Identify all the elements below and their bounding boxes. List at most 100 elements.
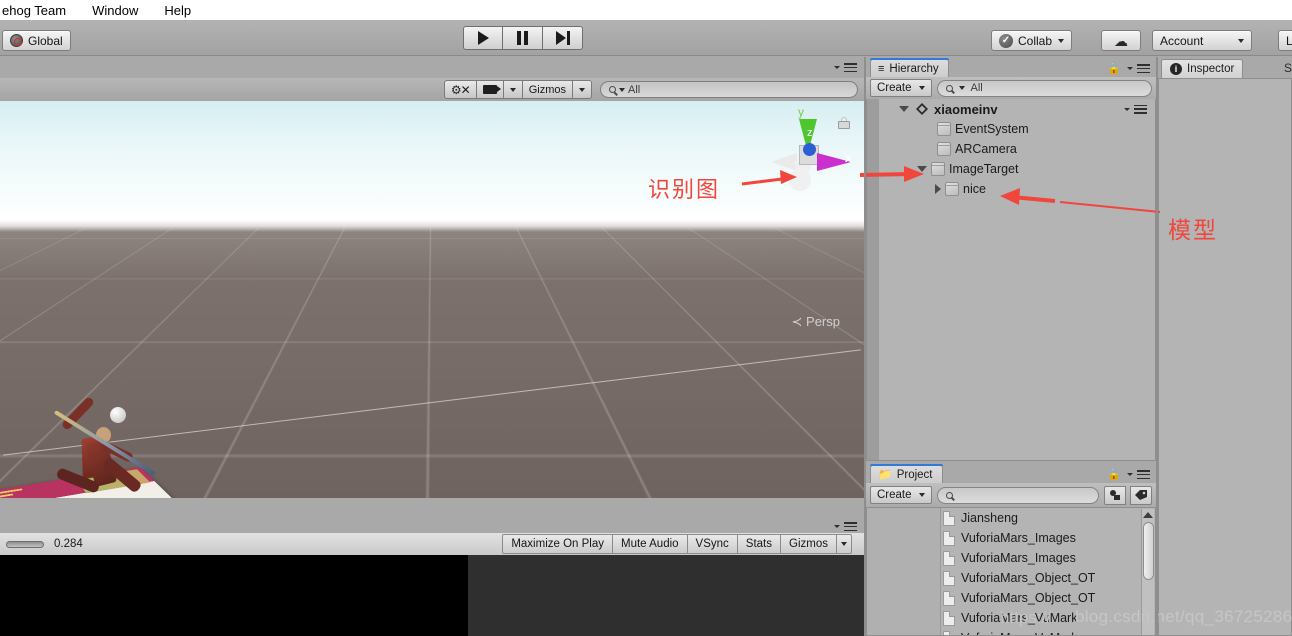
hierarchy-search-placeholder: All: [970, 82, 983, 94]
scene-gizmos-dropdown[interactable]: [572, 80, 592, 99]
scene-camera-button[interactable]: [475, 80, 504, 99]
scene-tabstrip: [0, 57, 864, 78]
main-toolbar: [0, 20, 1292, 56]
scroll-up-arrow-icon[interactable]: [1143, 512, 1153, 518]
hierarchy-row-eventsystem[interactable]: EventSystem: [867, 119, 1155, 139]
project-menu-button[interactable]: [1127, 470, 1150, 479]
disclosure-triangle-open-icon[interactable]: [899, 106, 909, 112]
scene-row-menu-button[interactable]: [1124, 104, 1147, 114]
collab-button[interactable]: Collab: [991, 30, 1073, 51]
axis-z-label: z: [807, 127, 813, 139]
scene-search-input[interactable]: All: [600, 81, 858, 98]
gameobject-icon: [937, 142, 951, 156]
project-item-label: VuforiaMars_Images: [961, 531, 1076, 545]
scene-viewport[interactable]: 神 域 ≺ Persp: [0, 101, 864, 498]
annotation-recognition-image: 识别图: [648, 177, 721, 202]
hierarchy-row-imagetarget[interactable]: ImageTarget: [867, 159, 1155, 179]
cloud-services-button[interactable]: ☁: [1101, 30, 1141, 51]
tab-project[interactable]: 📁 Project: [870, 464, 943, 483]
project-toolbar: Create: [866, 483, 1156, 507]
scene-camera-dropdown[interactable]: [502, 80, 523, 99]
mute-audio-button[interactable]: Mute Audio: [612, 534, 688, 554]
project-item-label: VuforiaMars_Object_OT: [961, 591, 1096, 605]
file-icon: [943, 610, 955, 626]
hierarchy-menu-button[interactable]: [1127, 64, 1150, 73]
collab-check-icon: [999, 33, 1013, 48]
scene-panel-menu-button[interactable]: [834, 63, 857, 72]
game-gizmos-button[interactable]: Gizmos: [780, 534, 837, 554]
file-icon: [943, 590, 955, 606]
panel-divider-vertical-2[interactable]: [1156, 57, 1158, 636]
hierarchy-search-input[interactable]: All: [936, 79, 1152, 97]
game-panel-menu-button[interactable]: [834, 522, 857, 531]
panel-divider-vertical[interactable]: [864, 57, 866, 636]
pivot-rotation-global-button[interactable]: Global: [2, 30, 71, 51]
menu-item-help[interactable]: Help: [162, 3, 193, 18]
maximize-on-play-button[interactable]: Maximize On Play: [502, 534, 613, 554]
layers-button[interactable]: L: [1278, 30, 1292, 51]
tab-services[interactable]: S: [1284, 61, 1292, 75]
hierarchy-tree[interactable]: xiaomeinv EventSystem ARCamera ImageTarg…: [866, 99, 1156, 461]
step-button[interactable]: [543, 26, 583, 50]
hierarchy-indent-guide: [867, 99, 879, 460]
hierarchy-row-nice[interactable]: nice: [867, 179, 1155, 199]
scene-projection-label: ≺ Persp: [791, 314, 840, 329]
game-scale-value: 0.284: [54, 538, 83, 550]
game-gizmos-dropdown[interactable]: [836, 534, 852, 554]
chevron-down-icon: [834, 525, 840, 528]
project-item-label: VuforiaMars_VuMark: [961, 631, 1077, 635]
hierarchy-row-arcamera[interactable]: ARCamera: [867, 139, 1155, 159]
project-create-button[interactable]: Create: [870, 486, 932, 504]
hierarchy-panel: ≡ Hierarchy 🔒 Create All xiaomeinv Event…: [866, 57, 1156, 461]
project-folder-tree[interactable]: [867, 508, 941, 635]
chevron-down-icon: [841, 542, 847, 546]
file-icon: [943, 630, 955, 635]
menu-icon: [844, 63, 857, 72]
search-icon: [945, 491, 953, 499]
game-view-toolbar: 0.284 Maximize On Play Mute Audio VSync …: [0, 533, 864, 555]
project-item-label: VuforiaMars_Images: [961, 551, 1076, 565]
step-icon: [555, 31, 570, 45]
lock-icon[interactable]: 🔒: [1107, 62, 1121, 75]
file-icon: [943, 530, 955, 546]
menu-icon: [1137, 64, 1150, 73]
play-button[interactable]: [463, 26, 503, 50]
project-filter-type-button[interactable]: [1104, 485, 1126, 505]
stats-button[interactable]: Stats: [736, 534, 782, 554]
project-item-label: VuforiaMars_Object_OT: [961, 571, 1096, 585]
project-tab-icons: 🔒: [1107, 468, 1150, 481]
account-button[interactable]: Account: [1152, 30, 1252, 51]
scene-axis-gizmo[interactable]: y x z: [765, 105, 857, 197]
lock-icon[interactable]: 🔒: [1107, 468, 1121, 481]
folder-icon: 📁: [878, 469, 892, 481]
scrollbar-thumb[interactable]: [1143, 522, 1154, 580]
pause-icon: [517, 31, 528, 45]
project-filter-label-button[interactable]: [1130, 485, 1152, 505]
tab-hierarchy[interactable]: ≡ Hierarchy: [870, 58, 949, 77]
camera-icon: [482, 85, 501, 94]
file-icon: [943, 570, 955, 586]
tab-inspector[interactable]: i Inspector: [1161, 59, 1244, 78]
vsync-button[interactable]: VSync: [686, 534, 738, 554]
disclosure-triangle-open-icon[interactable]: [917, 166, 927, 172]
chevron-down-icon: [579, 87, 585, 92]
menu-item-window[interactable]: Window: [90, 3, 140, 18]
disclosure-triangle-closed-icon[interactable]: [935, 184, 941, 194]
scene-search-placeholder: All: [628, 83, 641, 96]
chevron-down-icon: [1058, 38, 1065, 43]
hierarchy-tabstrip: ≡ Hierarchy 🔒: [866, 57, 1156, 77]
filter-type-icon: [1110, 490, 1120, 500]
scene-gizmos-button[interactable]: Gizmos: [521, 80, 573, 99]
hierarchy-row-scene[interactable]: xiaomeinv: [867, 99, 1155, 119]
menu-item-team[interactable]: ehog Team: [0, 3, 68, 18]
hierarchy-create-button[interactable]: Create: [870, 79, 932, 97]
game-scale-slider[interactable]: 0.284: [6, 533, 83, 555]
pause-button[interactable]: [503, 26, 543, 50]
gameobject-icon: [937, 122, 951, 136]
project-search-input[interactable]: [936, 486, 1099, 504]
game-viewport[interactable]: [0, 555, 864, 636]
slider-track[interactable]: [6, 540, 44, 548]
scene-tools-button[interactable]: ⚙✕: [443, 80, 477, 99]
scene-grid: [0, 228, 864, 498]
scene-panel: ⚙✕ Gizmos All ≺ Persp y x z: [0, 57, 864, 519]
